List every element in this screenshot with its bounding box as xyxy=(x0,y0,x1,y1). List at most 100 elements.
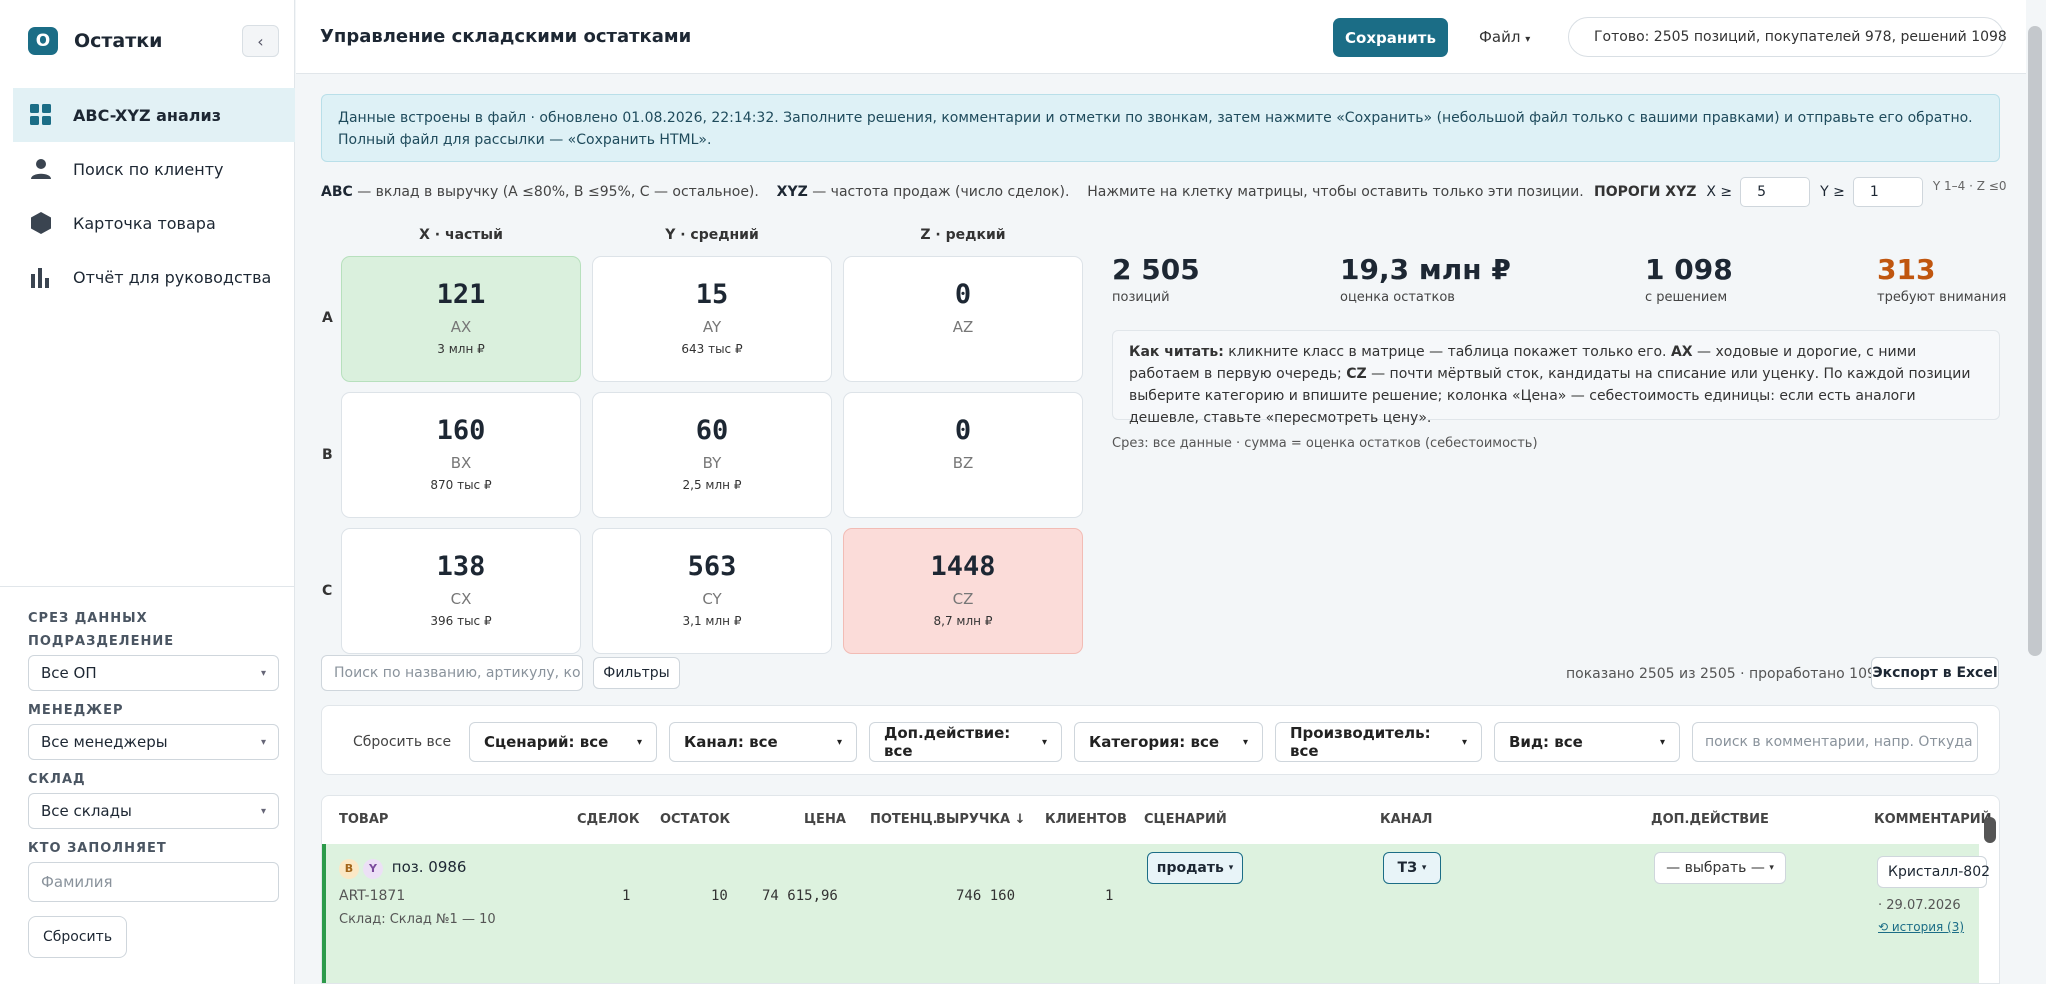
page-scrollbar[interactable] xyxy=(2028,26,2042,656)
nav-label: ABC-XYZ анализ xyxy=(73,105,221,125)
clients-value: 1 xyxy=(1105,888,1114,904)
nav-item-client-search[interactable]: Поиск по клиенту xyxy=(13,142,295,196)
chevron-down-icon: ▾ xyxy=(836,736,842,748)
col-deals[interactable]: СДЕЛОК xyxy=(577,812,639,827)
filler-input[interactable]: Фамилия xyxy=(28,862,279,902)
matrix-cell-ax[interactable]: 121 AX 3 млн ₽ xyxy=(341,256,581,382)
chevron-down-icon: ▾ xyxy=(1421,863,1427,873)
chevron-down-icon: ▾ xyxy=(1242,736,1248,748)
thresholds-note: Y 1–4 · Z ≤0 xyxy=(1932,179,2007,193)
table-row[interactable] xyxy=(322,954,1979,983)
brand: O Остатки xyxy=(28,27,162,55)
filters-button[interactable]: Фильтры xyxy=(593,657,680,689)
chevron-down-icon: ▾ xyxy=(1769,863,1774,873)
chevron-down-icon: ▾ xyxy=(1525,34,1531,45)
file-menu[interactable]: Файл ▾ xyxy=(1479,28,1530,46)
nav-item-abc-xyz[interactable]: ABC-XYZ анализ xyxy=(13,88,295,142)
kpi-with-decision: 1 098 с решением xyxy=(1645,253,1733,305)
sidebar: O Остатки ‹ ABC-XYZ анализ Поиск по клие… xyxy=(0,0,295,984)
product-name: поз. 0986 xyxy=(391,858,467,876)
matrix-col-z: Z · редкий xyxy=(920,227,1006,243)
price-value: 74 615,96 xyxy=(762,888,838,904)
reset-all-link[interactable]: Сбросить все xyxy=(353,734,451,750)
section-title: СРЕЗ ДАННЫХ xyxy=(28,611,148,626)
revenue-value: 746 160 xyxy=(956,888,1016,904)
manager-label: МЕНЕДЖЕР xyxy=(28,703,124,718)
matrix-col-y: Y · средний xyxy=(665,227,759,243)
scenario-filter[interactable]: Сценарий: все ▾ xyxy=(469,722,657,762)
xyz-badge: Y xyxy=(363,858,383,879)
col-comment[interactable]: КОММЕНТАРИЙ xyxy=(1874,812,1992,827)
slice-note: Срез: все данные · сумма = оценка остатк… xyxy=(1112,436,1538,451)
extra-action-select[interactable]: — выбрать — ▾ xyxy=(1654,852,1786,884)
col-channel[interactable]: КАНАЛ xyxy=(1380,812,1432,827)
matrix-cell-cy[interactable]: 563 CY 3,1 млн ₽ xyxy=(592,528,832,654)
matrix-row-c: C xyxy=(322,583,333,599)
channel-filter[interactable]: Канал: все ▾ xyxy=(669,722,857,762)
collapse-sidebar-button[interactable]: ‹ xyxy=(242,25,279,57)
matrix-cell-az[interactable]: 0 AZ xyxy=(843,256,1083,382)
nav-label: Поиск по клиенту xyxy=(73,159,224,179)
scenario-select[interactable]: продать ▾ xyxy=(1147,852,1243,884)
nav-label: Отчёт для руководства xyxy=(73,267,272,287)
nav-item-product-card[interactable]: Карточка товара xyxy=(13,196,295,250)
info-banner: Данные встроены в файл · обновлено 01.08… xyxy=(321,94,2000,162)
col-price[interactable]: ЦЕНА xyxy=(804,812,846,827)
table-scrollbar[interactable] xyxy=(1984,817,1996,843)
matrix-cell-cx[interactable]: 138 CX 396 тыс ₽ xyxy=(341,528,581,654)
abc-badge: B xyxy=(339,858,359,879)
division-label: ПОДРАЗДЕЛЕНИЕ xyxy=(28,634,175,649)
comment-search-input[interactable]: поиск в комментарии, напр. Откуда xyxy=(1692,722,1978,762)
chevron-left-icon: ‹ xyxy=(257,31,264,51)
chevron-down-icon: ▾ xyxy=(260,736,266,748)
matrix-cell-bz[interactable]: 0 BZ xyxy=(843,392,1083,518)
matrix-cell-bx[interactable]: 160 BX 870 тыс ₽ xyxy=(341,392,581,518)
col-product[interactable]: ТОВАР xyxy=(339,812,388,827)
reset-button[interactable]: Сбросить xyxy=(28,916,128,958)
chevron-down-icon: ▾ xyxy=(1461,736,1467,748)
comment-date: · 29.07.2026 xyxy=(1878,898,1961,913)
chevron-down-icon: ▾ xyxy=(636,736,642,748)
col-revenue[interactable]: ВЫРУЧКА ↓ xyxy=(936,812,1026,827)
matrix-col-x: X · частый xyxy=(419,227,503,243)
save-button[interactable]: Сохранить xyxy=(1333,18,1448,57)
y-threshold-input[interactable]: 1 xyxy=(1852,177,1923,207)
export-excel-button[interactable]: Экспорт в Excel xyxy=(1871,657,1999,689)
thresholds-label: ПОРОГИ XYZ xyxy=(1594,184,1697,200)
col-scenario[interactable]: СЦЕНАРИЙ xyxy=(1144,812,1227,827)
stock-location: Склад: Склад №1 — 10 xyxy=(339,912,496,927)
channel-select[interactable]: ТЗ ▾ xyxy=(1383,852,1441,884)
col-potential[interactable]: ПОТЕНЦ. xyxy=(870,812,938,827)
filler-label: КТО ЗАПОЛНЯЕТ xyxy=(28,841,167,856)
extra-action-filter[interactable]: Доп.действие: все ▾ xyxy=(869,722,1062,762)
manager-select[interactable]: Все менеджеры ▾ xyxy=(28,724,279,760)
bar-chart-icon xyxy=(29,265,53,289)
col-extra-action[interactable]: ДОП.ДЕЙСТВИЕ xyxy=(1651,812,1769,827)
comment-input[interactable]: Кристалл-802 xyxy=(1877,856,1990,888)
shown-counter: показано 2505 из 2505 · проработано 1098 xyxy=(1566,666,1885,682)
col-stock[interactable]: ОСТАТОК xyxy=(660,812,730,827)
history-link[interactable]: ⟲ история (3) xyxy=(1878,920,1964,934)
deals-value: 1 xyxy=(622,888,631,904)
matrix-cell-cz[interactable]: 1448 CZ 8,7 млн ₽ xyxy=(843,528,1083,654)
x-threshold-input[interactable]: 5 xyxy=(1740,177,1811,207)
chevron-down-icon: ▾ xyxy=(1659,736,1665,748)
kpi-positions: 2 505 позиций xyxy=(1112,253,1200,305)
division-select[interactable]: Все ОП ▾ xyxy=(28,655,279,691)
user-icon xyxy=(29,157,53,181)
warehouse-select[interactable]: Все склады ▾ xyxy=(28,793,279,829)
chevron-down-icon: ▾ xyxy=(260,667,266,679)
table-row[interactable]: BY поз. 0986 ART-1871 Склад: Склад №1 — … xyxy=(322,844,1990,954)
nav-item-management-report[interactable]: Отчёт для руководства xyxy=(13,250,295,304)
category-filter[interactable]: Категория: все ▾ xyxy=(1074,722,1263,762)
data-slice-panel: СРЕЗ ДАННЫХ ПОДРАЗДЕЛЕНИЕ Все ОП ▾ МЕНЕДЖ… xyxy=(0,586,295,958)
kind-filter[interactable]: Вид: все ▾ xyxy=(1494,722,1680,762)
grid-icon xyxy=(29,103,53,127)
xyz-thresholds: ПОРОГИ XYZ X ≥ 5 Y ≥ 1 Y 1–4 · Z ≤0 xyxy=(1594,177,2006,207)
manufacturer-filter[interactable]: Производитель: все ▾ xyxy=(1275,722,1482,762)
col-clients[interactable]: КЛИЕНТОВ xyxy=(1045,812,1127,827)
matrix-cell-by[interactable]: 60 BY 2,5 млн ₽ xyxy=(592,392,832,518)
warehouse-label: СКЛАД xyxy=(28,772,86,787)
search-input[interactable]: Поиск по названию, артикулу, ко xyxy=(321,655,583,691)
matrix-cell-ay[interactable]: 15 AY 643 тыс ₽ xyxy=(592,256,832,382)
